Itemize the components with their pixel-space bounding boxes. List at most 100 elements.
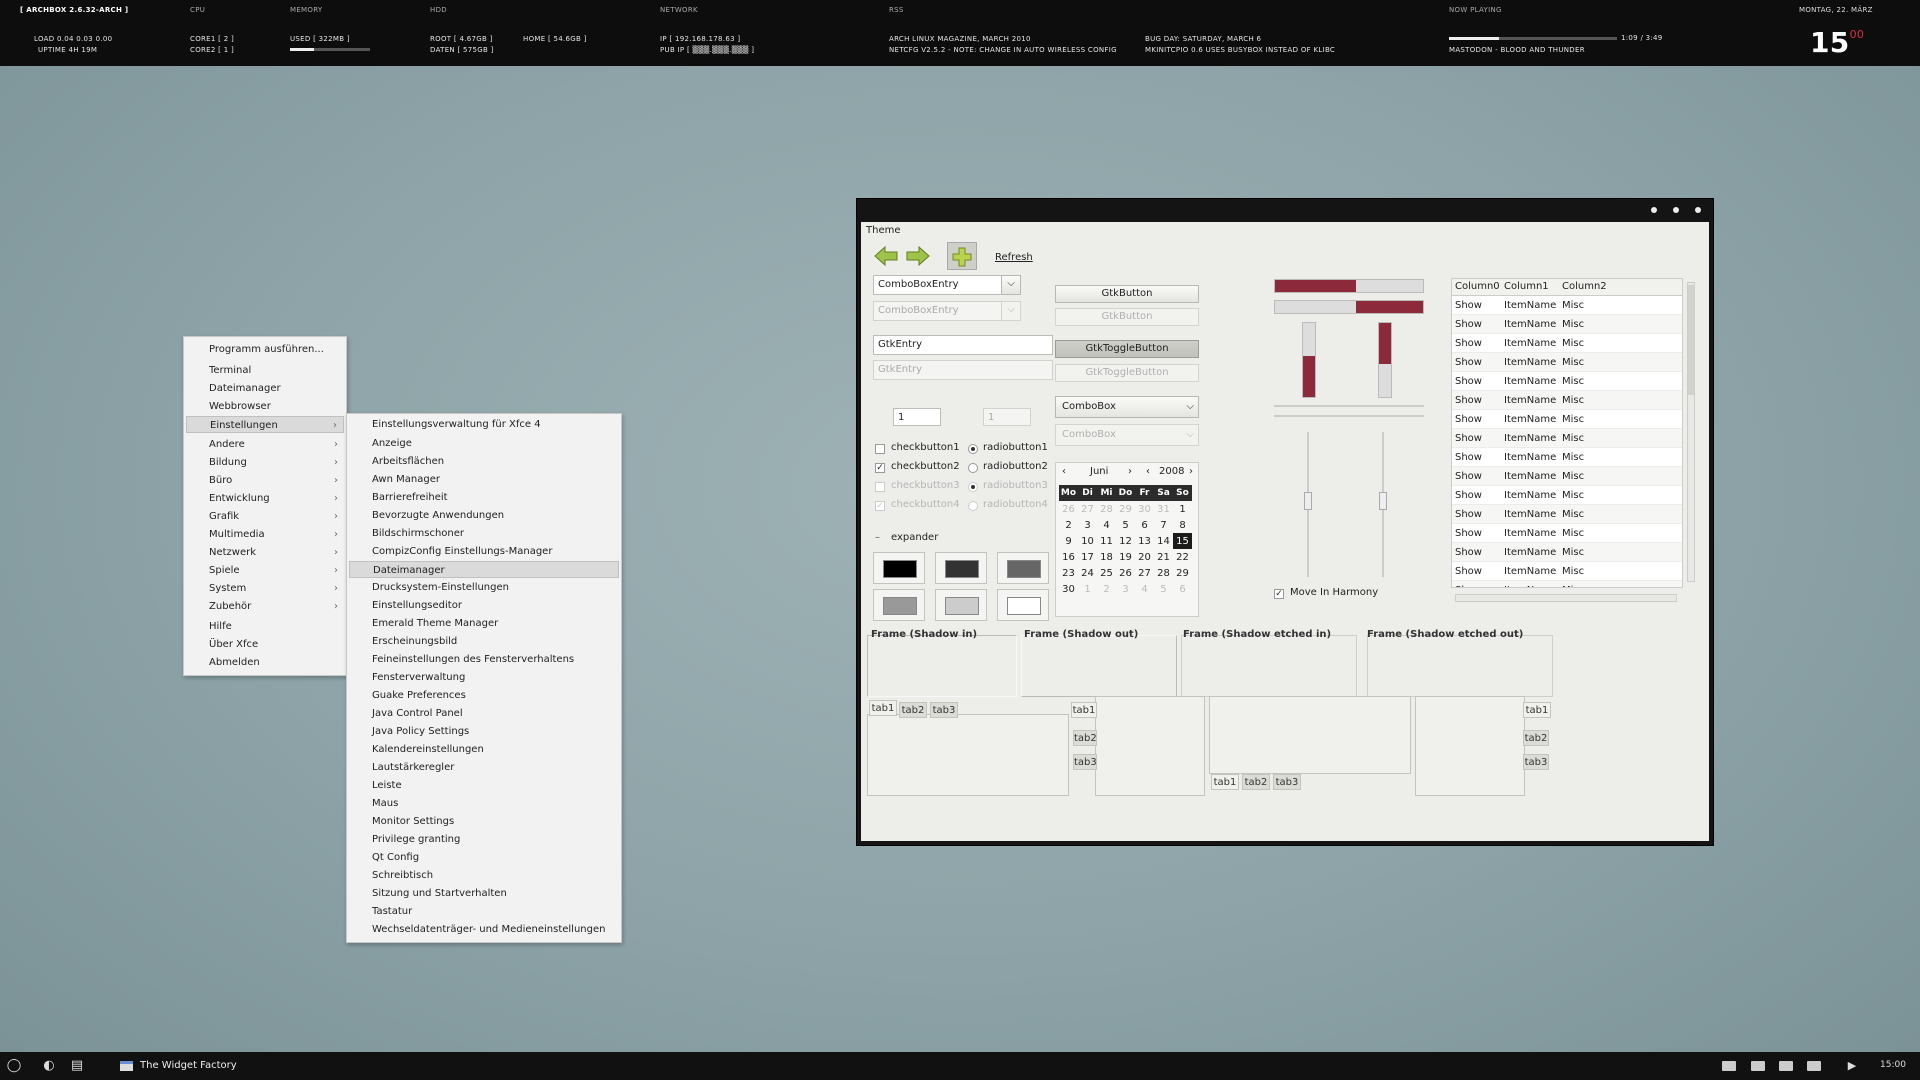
tab[interactable]: tab1: [1211, 774, 1239, 790]
calendar-day[interactable]: 17: [1078, 549, 1097, 565]
table-row[interactable]: Show ItemName Misc: [1452, 505, 1682, 524]
submenu-item[interactable]: Arbeitsflächen: [349, 453, 619, 470]
calendar-day[interactable]: 28: [1154, 565, 1173, 581]
table-row[interactable]: Show ItemName Misc: [1452, 410, 1682, 429]
calendar-day[interactable]: 11: [1097, 533, 1116, 549]
folder-icon[interactable]: [1779, 1061, 1793, 1071]
calendar-day[interactable]: 5: [1116, 517, 1135, 533]
calendar-day[interactable]: 18: [1097, 549, 1116, 565]
table-row[interactable]: Show ItemName Misc: [1452, 391, 1682, 410]
calendar-day[interactable]: 22: [1173, 549, 1192, 565]
calendar-day[interactable]: 20: [1135, 549, 1154, 565]
calendar-day[interactable]: 5: [1154, 581, 1173, 597]
tab[interactable]: tab3: [1073, 754, 1097, 770]
menu-theme[interactable]: Theme: [866, 225, 901, 236]
horizontal-slider[interactable]: [1274, 415, 1424, 417]
color-swatch[interactable]: [997, 589, 1049, 621]
calendar-day[interactable]: 1: [1173, 501, 1192, 517]
menu-item[interactable]: Einstellungen ›: [186, 416, 344, 433]
calendar-day[interactable]: 23: [1059, 565, 1078, 581]
maximize-button[interactable]: [1673, 207, 1679, 213]
tab[interactable]: tab1: [1523, 702, 1551, 718]
calendar-day[interactable]: 29: [1173, 565, 1192, 581]
vertical-scrollbar[interactable]: [1687, 282, 1695, 582]
calendar-day[interactable]: 3: [1116, 581, 1135, 597]
calendar-day[interactable]: 9: [1059, 533, 1078, 549]
tab[interactable]: tab3: [1273, 774, 1301, 790]
horizontal-scrollbar[interactable]: [1455, 594, 1677, 602]
submenu-item[interactable]: Wechseldatenträger- und Medieneinstellun…: [349, 921, 619, 938]
tab[interactable]: tab3: [930, 702, 958, 718]
submenu-item[interactable]: Java Policy Settings: [349, 723, 619, 740]
calendar-day[interactable]: 21: [1154, 549, 1173, 565]
combobox-entry[interactable]: ComboBoxEntry: [873, 275, 1019, 295]
menu-item[interactable]: Entwicklung ›: [186, 490, 344, 507]
calendar-day[interactable]: 7: [1154, 517, 1173, 533]
table-row[interactable]: Show ItemName Misc: [1452, 429, 1682, 448]
calendar-day[interactable]: 31: [1154, 501, 1173, 517]
scrollbar-thumb[interactable]: [1688, 285, 1694, 395]
calendar-day[interactable]: 14: [1154, 533, 1173, 549]
menu-item[interactable]: Zubehör ›: [186, 598, 344, 615]
horizontal-scale[interactable]: [1274, 300, 1424, 314]
menu-item[interactable]: Spiele ›: [186, 562, 344, 579]
calendar-day[interactable]: 12: [1116, 533, 1135, 549]
calendar-day[interactable]: 6: [1135, 517, 1154, 533]
submenu-item[interactable]: Maus: [349, 795, 619, 812]
calendar-day[interactable]: 27: [1135, 565, 1154, 581]
submenu-item[interactable]: Guake Preferences: [349, 687, 619, 704]
slider-handle[interactable]: [1304, 492, 1312, 510]
calendar-day[interactable]: 27: [1078, 501, 1097, 517]
submenu-item[interactable]: Monitor Settings: [349, 813, 619, 830]
table-row[interactable]: Show ItemName Misc: [1452, 353, 1682, 372]
slider-handle[interactable]: [1379, 492, 1387, 510]
calendar-day[interactable]: 26: [1059, 501, 1078, 517]
calendar-day[interactable]: 30: [1135, 501, 1154, 517]
column-header[interactable]: Column1: [1504, 281, 1549, 292]
vertical-scale[interactable]: [1302, 322, 1316, 398]
calendar-day[interactable]: 24: [1078, 565, 1097, 581]
horizontal-scale[interactable]: [1274, 279, 1424, 293]
menu-item[interactable]: Bildung ›: [186, 454, 344, 471]
color-swatch[interactable]: [935, 589, 987, 621]
menu-item[interactable]: Dateimanager: [186, 380, 344, 397]
menu-item[interactable]: Büro ›: [186, 472, 344, 489]
submenu-item[interactable]: Dateimanager: [349, 561, 619, 578]
tree-view[interactable]: Column0 Column1 Column2 Show ItemName Misc…: [1451, 278, 1683, 588]
tab[interactable]: tab2: [1242, 774, 1270, 790]
menu-item[interactable]: Grafik ›: [186, 508, 344, 525]
prev-year-icon[interactable]: ‹: [1146, 466, 1150, 477]
refresh-button[interactable]: Refresh: [995, 252, 1033, 263]
submenu-item[interactable]: Kalendereinstellungen: [349, 741, 619, 758]
browser-icon[interactable]: ◐: [41, 1058, 57, 1074]
next-year-icon[interactable]: ›: [1189, 466, 1193, 477]
calendar-day[interactable]: 19: [1116, 549, 1135, 565]
forward-arrow-icon[interactable]: [905, 244, 931, 268]
checkbox[interactable]: ✓: [875, 463, 885, 473]
calendar-day[interactable]: 29: [1116, 501, 1135, 517]
submenu-item[interactable]: Qt Config: [349, 849, 619, 866]
submenu-item[interactable]: Leiste: [349, 777, 619, 794]
task-button[interactable]: The Widget Factory: [118, 1057, 237, 1075]
radio-button[interactable]: [968, 463, 978, 473]
close-button[interactable]: [1695, 207, 1701, 213]
color-swatch[interactable]: [997, 552, 1049, 584]
vertical-slider[interactable]: [1304, 432, 1312, 577]
table-row[interactable]: Show ItemName Misc: [1452, 543, 1682, 562]
menu-item[interactable]: Hilfe: [186, 618, 344, 635]
expander-label[interactable]: expander: [891, 532, 938, 543]
calendar-day[interactable]: 25: [1097, 565, 1116, 581]
submenu-item[interactable]: Anzeige: [349, 435, 619, 452]
calendar-day[interactable]: 6: [1173, 581, 1192, 597]
next-month-icon[interactable]: ›: [1128, 466, 1132, 477]
add-toggle-button[interactable]: [947, 242, 977, 270]
minimize-button[interactable]: [1651, 207, 1657, 213]
submenu-item[interactable]: Emerald Theme Manager: [349, 615, 619, 632]
submenu-item[interactable]: Sitzung und Startverhalten: [349, 885, 619, 902]
file-manager-icon[interactable]: ▤: [69, 1058, 85, 1074]
menu-item[interactable]: Abmelden: [186, 654, 344, 671]
power-icon[interactable]: ◯: [6, 1058, 22, 1074]
menu-item[interactable]: Multimedia ›: [186, 526, 344, 543]
calendar-day[interactable]: 2: [1097, 581, 1116, 597]
tab[interactable]: tab2: [899, 702, 927, 718]
